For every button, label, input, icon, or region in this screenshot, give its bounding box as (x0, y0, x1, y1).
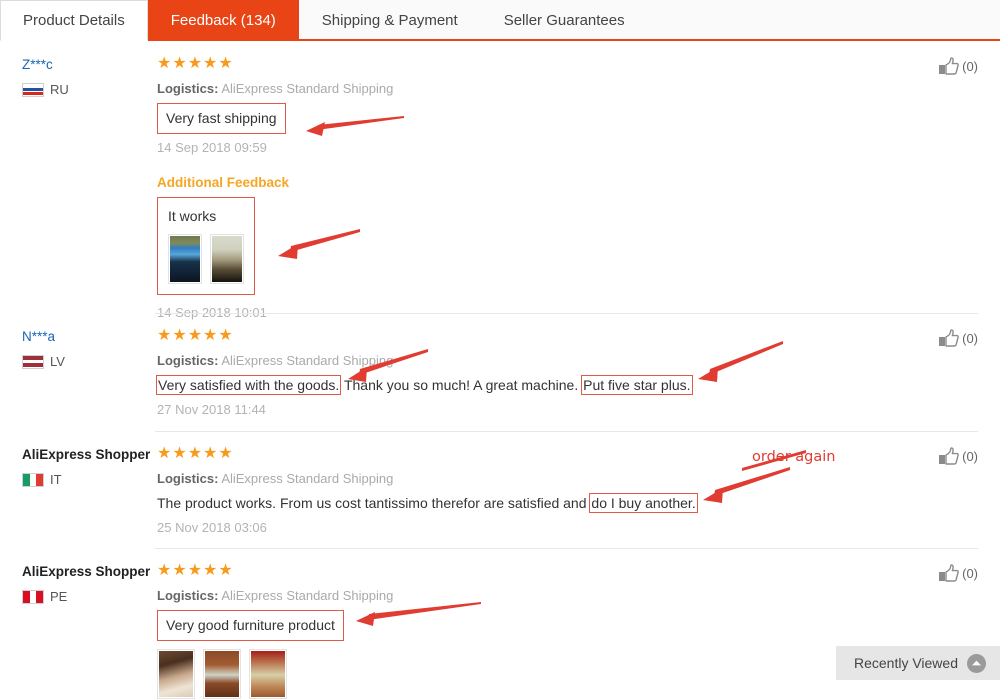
reviewer-country: IT (22, 472, 157, 487)
feedback-comment: Very fast shipping (157, 103, 978, 134)
recently-viewed-widget[interactable]: Recently Viewed (835, 646, 1000, 680)
logistics-line: Logistics: AliExpress Standard Shipping (157, 79, 978, 99)
feedback-photo-list (168, 234, 244, 284)
helpful-button[interactable]: (0) (938, 57, 978, 76)
reviewer-country: RU (22, 82, 157, 97)
logistics-line: Logistics: AliExpress Standard Shipping (157, 351, 978, 371)
feedback-comment-text: Very good furniture product (157, 610, 344, 641)
additional-feedback: Additional Feedback It works 14 Sep 2018… (157, 174, 978, 323)
feedback-comment: Very good furniture product (157, 610, 978, 641)
reviewer-info: Z***c RU (22, 55, 157, 303)
tab-shipping-payment[interactable]: Shipping & Payment (299, 0, 481, 41)
logistics-label: Logistics: (157, 353, 219, 368)
annotation-order-again: order again (752, 449, 836, 465)
feedback-photo[interactable] (168, 234, 202, 284)
reviewer-name: AliExpress Shopper (22, 564, 151, 579)
feedback-comment-part: The product works. From us cost tantissi… (157, 495, 591, 511)
feedback-comment-text: Very fast shipping (157, 103, 286, 134)
additional-feedback-title: Additional Feedback (157, 175, 290, 190)
chevron-up-icon[interactable] (967, 653, 986, 673)
logistics-value: AliExpress Standard Shipping (221, 471, 394, 486)
reviewer-name[interactable]: N***a (22, 329, 157, 345)
logistics-label: Logistics: (157, 588, 219, 603)
feedback-body: ★★★★★ Logistics: AliExpress Standard Shi… (157, 55, 978, 320)
reviewer-name[interactable]: Z***c (22, 57, 157, 73)
reviewer-info: AliExpress Shopper IT (22, 445, 157, 538)
feedback-photo[interactable] (249, 649, 287, 699)
star-rating: ★★★★★ (157, 55, 234, 72)
star-rating: ★★★★★ (157, 562, 234, 579)
helpful-button[interactable]: (0) (938, 447, 978, 466)
feedback-date: 25 Nov 2018 03:06 (157, 520, 267, 535)
helpful-count: (0) (962, 566, 978, 581)
flag-it-icon (22, 472, 44, 487)
flag-pe-icon (22, 589, 44, 604)
feedback-item: Z***c RU ★★★★★ Logistics: AliExpress Sta… (0, 41, 1000, 320)
feedback-comment-part: Put five star plus. (581, 375, 693, 395)
logistics-label: Logistics: (157, 81, 219, 96)
logistics-line: Logistics: AliExpress Standard Shipping (157, 469, 978, 489)
logistics-value: AliExpress Standard Shipping (221, 588, 394, 603)
feedback-list: Z***c RU ★★★★★ Logistics: AliExpress Sta… (0, 41, 1000, 699)
tab-feedback[interactable]: Feedback (134) (147, 0, 299, 41)
star-rating: ★★★★★ (157, 327, 234, 344)
product-tab-bar: Product Details Feedback (134) Shipping … (0, 0, 1000, 41)
reviewer-name: AliExpress Shopper (22, 447, 151, 462)
helpful-count: (0) (962, 331, 978, 346)
feedback-body: ★★★★★ Logistics: AliExpress Standard Shi… (157, 445, 978, 538)
feedback-body: ★★★★★ Logistics: AliExpress Standard Shi… (155, 327, 978, 421)
logistics-value: AliExpress Standard Shipping (221, 353, 394, 368)
feedback-comment: The product works. From us cost tantissi… (157, 493, 978, 514)
feedback-date: 27 Nov 2018 11:44 (157, 402, 266, 417)
feedback-date: 14 Sep 2018 09:59 (157, 140, 267, 155)
star-rating: ★★★★★ (157, 445, 234, 462)
flag-ru-icon (22, 82, 44, 97)
tab-product-details[interactable]: Product Details (0, 0, 148, 41)
additional-feedback-text: It works (168, 208, 217, 224)
country-code: RU (50, 82, 69, 97)
logistics-label: Logistics: (157, 471, 219, 486)
flag-lv-icon (22, 354, 44, 369)
feedback-photo[interactable] (203, 649, 241, 699)
country-code: LV (50, 354, 65, 369)
feedback-photo[interactable] (157, 649, 195, 699)
tab-seller-guarantees[interactable]: Seller Guarantees (481, 0, 648, 41)
additional-feedback-box: It works (157, 197, 255, 295)
feedback-comment-part: Very satisfied with the goods. (155, 375, 342, 395)
feedback-photo[interactable] (210, 234, 244, 284)
country-code: PE (50, 589, 68, 604)
feedback-comment-part: do I buy another. (589, 493, 698, 513)
reviewer-country: PE (22, 589, 157, 604)
helpful-count: (0) (962, 59, 978, 74)
feedback-item: N***a LV ★★★★★ Logistics: AliExpress Sta… (0, 313, 1000, 431)
feedback-comment: Very satisfied with the goods. Thank you… (155, 375, 978, 396)
logistics-line: Logistics: AliExpress Standard Shipping (157, 586, 978, 606)
tab-list: Product Details Feedback (134) Shipping … (0, 0, 1000, 41)
feedback-comment-part: Thank you so much! A great machine. (340, 377, 583, 393)
reviewer-country: LV (22, 354, 157, 369)
reviewer-info: AliExpress Shopper PE (22, 562, 157, 668)
country-code: IT (50, 472, 62, 487)
reviewer-info: N***a LV (22, 327, 157, 421)
recently-viewed-label: Recently Viewed (853, 655, 958, 671)
helpful-count: (0) (962, 449, 978, 464)
feedback-item: AliExpress Shopper IT ★★★★★ Logistics: A… (0, 431, 1000, 548)
helpful-button[interactable]: (0) (938, 564, 978, 583)
logistics-value: AliExpress Standard Shipping (221, 81, 394, 96)
helpful-button[interactable]: (0) (938, 329, 978, 348)
